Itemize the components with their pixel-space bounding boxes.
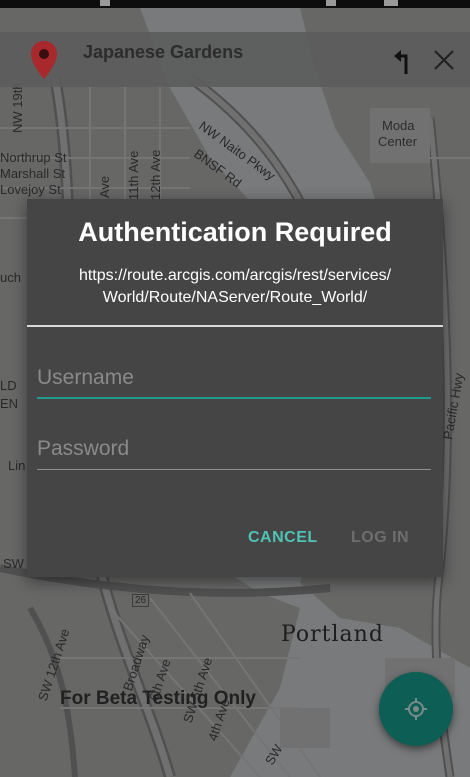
password-field — [37, 432, 431, 470]
status-icon — [384, 0, 398, 6]
close-icon[interactable] — [432, 48, 456, 72]
map-pin-icon — [30, 40, 58, 80]
username-field — [37, 361, 431, 399]
cancel-button[interactable]: CANCEL — [248, 529, 318, 547]
auth-dialog: Authentication Required https://route.ar… — [27, 199, 443, 577]
password-underline — [37, 469, 431, 470]
dialog-url: https://route.arcgis.com/arcgis/rest/ser… — [35, 265, 435, 309]
status-bar — [0, 0, 470, 8]
dialog-title: Authentication Required — [78, 217, 392, 247]
dialog-url-line: https://route.arcgis.com/arcgis/rest/ser… — [78, 267, 392, 284]
my-location-icon — [405, 698, 427, 720]
locate-button[interactable] — [379, 672, 453, 746]
dialog-url-line: World/Route/NAServer/Route_World/ — [102, 289, 368, 306]
top-bar: Japanese Gardens — [0, 32, 470, 87]
username-input[interactable] — [37, 361, 431, 395]
status-icon — [100, 0, 110, 6]
login-button[interactable]: LOG IN — [351, 529, 409, 547]
page-title: Japanese Gardens — [83, 42, 244, 62]
username-underline — [37, 397, 431, 399]
password-input[interactable] — [37, 432, 431, 466]
dialog-divider — [27, 325, 443, 327]
turn-left-icon[interactable] — [392, 46, 414, 74]
status-icon — [326, 0, 336, 6]
